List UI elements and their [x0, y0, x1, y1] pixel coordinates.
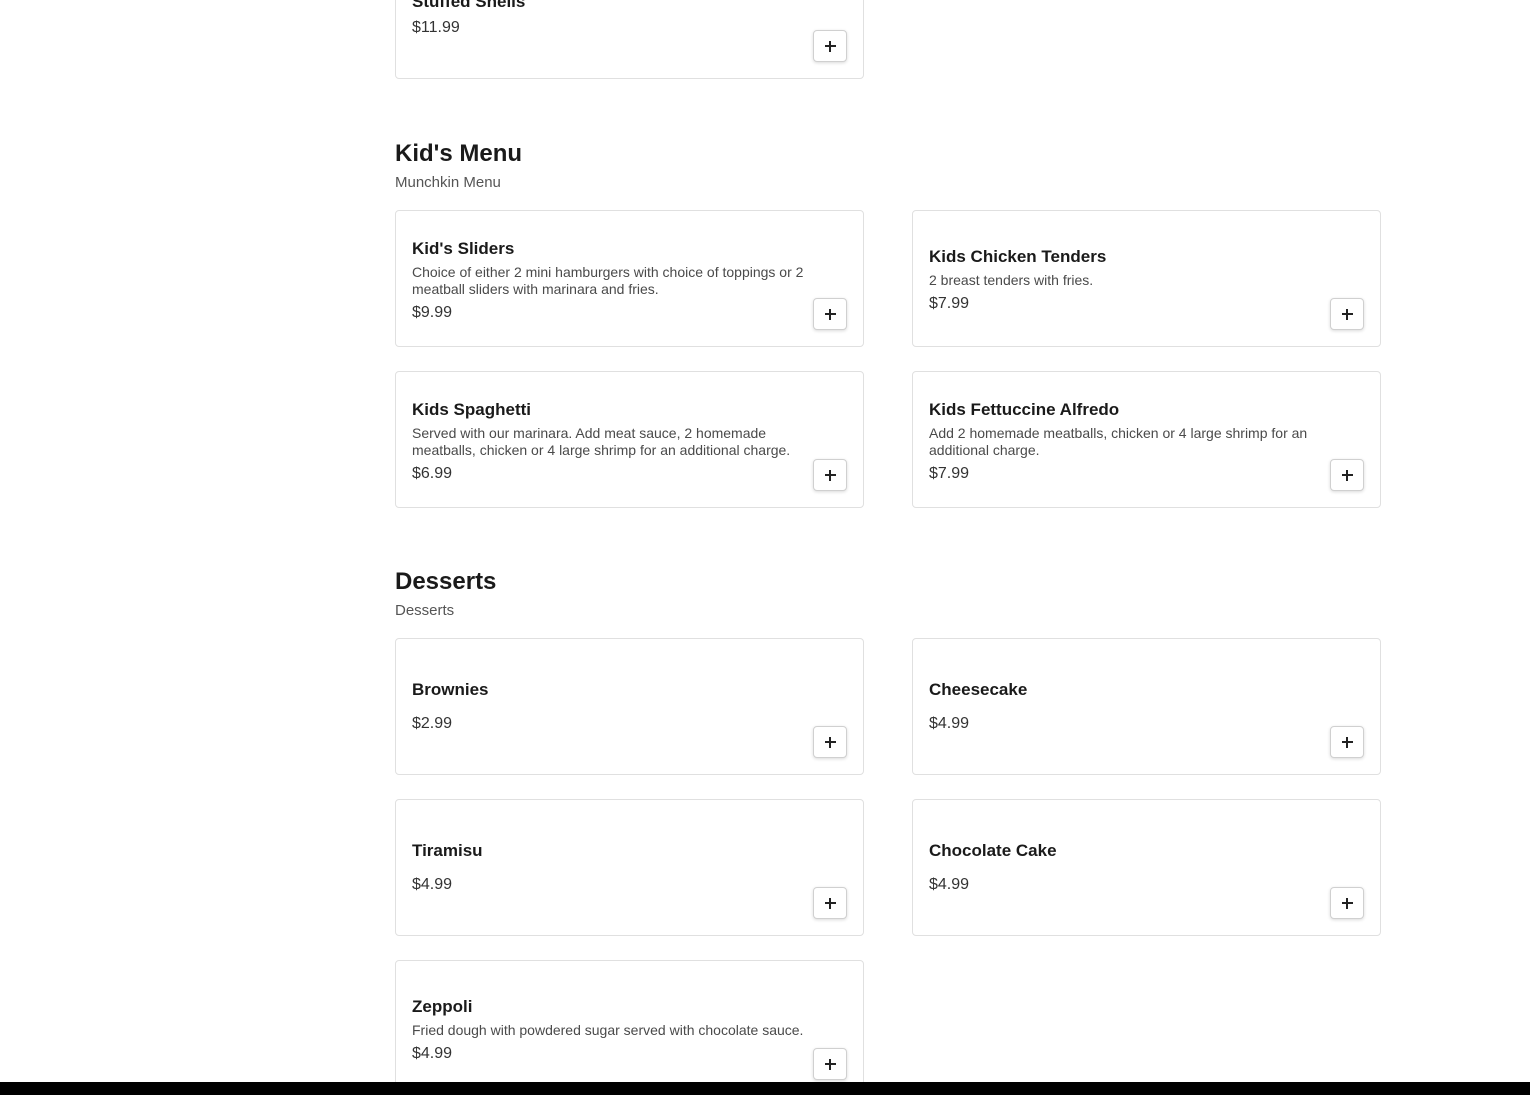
menu-item-card[interactable]: Tiramisu $4.99	[395, 799, 864, 936]
plus-icon	[1341, 897, 1353, 909]
item-price: $6.99	[412, 464, 453, 482]
menu-item-card[interactable]: Cheesecake $4.99	[912, 638, 1381, 775]
menu-item-card[interactable]: Kids Spaghetti Served with our marinara.…	[395, 371, 864, 508]
add-item-button[interactable]	[813, 887, 847, 919]
section-subtitle: Desserts	[395, 602, 455, 619]
item-price: $4.99	[929, 875, 970, 893]
section-title: Kid's Menu	[395, 140, 523, 167]
menu-item-card[interactable]: Zeppoli Fried dough with powdered sugar …	[395, 960, 864, 1095]
item-price: $2.99	[412, 714, 453, 732]
add-item-button[interactable]	[1330, 726, 1364, 758]
menu-item-card[interactable]: Kids Fettuccine Alfredo Add 2 homemade m…	[912, 371, 1381, 508]
item-description: Add 2 homemade meatballs, chicken or 4 l…	[929, 424, 1308, 458]
item-description: Served with our marinara. Add meat sauce…	[412, 424, 791, 458]
item-name: Kids Spaghetti	[412, 399, 532, 419]
plus-icon	[824, 469, 836, 481]
item-description: Choice of either 2 mini hamburgers with …	[412, 263, 804, 297]
add-item-button[interactable]	[813, 726, 847, 758]
plus-icon	[1341, 736, 1353, 748]
add-item-button[interactable]	[813, 1048, 847, 1080]
menu-item-card[interactable]: Stuffed Shells $11.99	[395, 0, 864, 79]
menu-item-card[interactable]: Chocolate Cake $4.99	[912, 799, 1381, 936]
plus-icon	[824, 308, 836, 320]
menu-item-card[interactable]: Kids Chicken Tenders 2 breast tenders wi…	[912, 210, 1381, 347]
item-price: $4.99	[929, 714, 970, 732]
add-item-button[interactable]	[813, 30, 847, 62]
item-description: 2 breast tenders with fries.	[929, 272, 1094, 288]
plus-icon	[1341, 308, 1353, 320]
add-item-button[interactable]	[813, 459, 847, 491]
plus-icon	[824, 897, 836, 909]
item-price: $9.99	[412, 303, 453, 321]
item-price: $7.99	[929, 295, 970, 312]
item-price: $7.99	[929, 464, 970, 482]
section-title: Desserts	[395, 568, 497, 595]
item-name: Kid's Sliders	[412, 238, 515, 258]
item-name: Stuffed Shells	[412, 0, 526, 11]
menu-item-card[interactable]: Kid's Sliders Choice of either 2 mini ha…	[395, 210, 864, 347]
add-item-button[interactable]	[1330, 887, 1364, 919]
item-name: Tiramisu	[412, 840, 483, 860]
bottom-bar	[0, 1082, 1530, 1095]
add-item-button[interactable]	[1330, 298, 1364, 330]
add-item-button[interactable]	[1330, 459, 1364, 491]
add-item-button[interactable]	[813, 298, 847, 330]
item-name: Kids Chicken Tenders	[929, 247, 1107, 266]
item-name: Zeppoli	[412, 997, 473, 1016]
plus-icon	[824, 40, 836, 52]
menu-item-card[interactable]: Brownies $2.99	[395, 638, 864, 775]
item-name: Cheesecake	[929, 679, 1028, 699]
item-price: $4.99	[412, 875, 453, 893]
item-price: $4.99	[412, 1045, 453, 1062]
item-name: Kids Fettuccine Alfredo	[929, 399, 1120, 419]
section-subtitle: Munchkin Menu	[395, 174, 501, 191]
plus-icon	[824, 1058, 836, 1070]
item-description: Fried dough with powdered sugar served w…	[412, 1022, 804, 1038]
plus-icon	[824, 736, 836, 748]
item-name: Brownies	[412, 679, 489, 699]
item-price: $11.99	[412, 19, 460, 36]
plus-icon	[1341, 469, 1353, 481]
item-name: Chocolate Cake	[929, 840, 1057, 860]
